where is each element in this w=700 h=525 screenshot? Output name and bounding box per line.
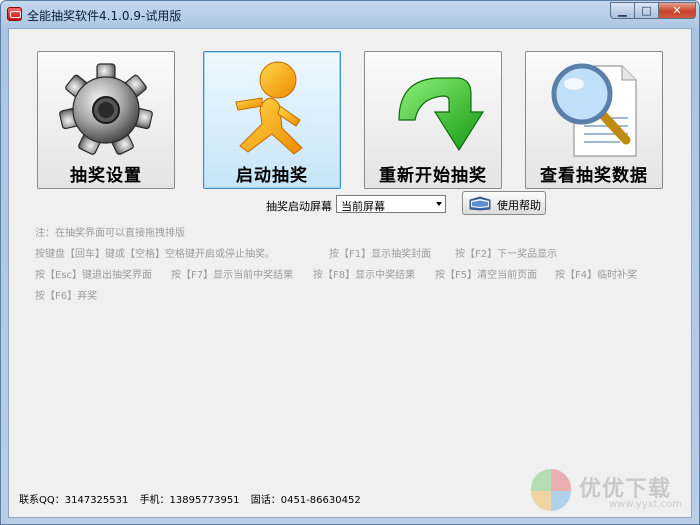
app-window: 全能抽奖软件4.1.0.9-试用版 ▁ □ ✕ 抽奖设置 启动抽奖 重新开始抽奖… [0,0,700,525]
hint-f1: 按【F1】显示抽奖封面 [329,249,432,260]
title-bar[interactable]: 全能抽奖软件4.1.0.9-试用版 ▁ □ ✕ [1,1,699,27]
minimize-button[interactable]: ▁ [610,2,635,19]
launch-screen-select[interactable]: 当前屏幕 [336,195,446,213]
watermark-logo-icon [530,468,572,511]
hint-f2: 按【F2】下一奖品显示 [455,249,558,260]
contact-phone: 手机：13895773951 [139,495,240,506]
green-arrow-icon [398,77,485,152]
chevron-down-icon [436,202,442,206]
hint-f6: 按【F6】弃奖 [35,291,98,302]
window-title: 全能抽奖软件4.1.0.9-试用版 [27,9,182,23]
restart-lottery-button[interactable]: 重新开始抽奖 [364,51,502,189]
launch-screen-label: 抽奖启动屏幕 [266,200,332,213]
hint-f5: 按【F5】清空当前页面 [435,270,538,281]
book-icon [469,196,491,211]
restart-lottery-label: 重新开始抽奖 [379,166,487,186]
contact-qq: 联系QQ：3147325531 [19,495,129,506]
maximize-button[interactable]: □ [634,2,659,19]
watermark: 优优下载 www.yyxt.com [529,467,699,517]
view-lottery-data-button[interactable]: 查看抽奖数据 [525,51,663,189]
hint-enter-space: 按键盘【回车】键或【空格】空格键开启或停止抽奖。 [35,249,275,260]
hint-f4: 按【F4】临时补奖 [555,270,638,281]
help-button-label: 使用帮助 [497,199,541,212]
watermark-url: www.yyxt.com [609,499,683,510]
hint-drag-layout: 注：在抽奖界面可以直接拖拽排版 [35,228,185,239]
start-lottery-button[interactable]: 启动抽奖 [203,51,341,189]
hint-f8: 按【F8】显示中奖结果 [313,270,416,281]
hint-esc: 按【Esc】键退出抽奖界面 [35,270,153,281]
help-button[interactable]: 使用帮助 [462,191,546,215]
lottery-settings-button[interactable]: 抽奖设置 [37,51,175,189]
gear-icon [59,63,153,155]
contact-footer: 联系QQ：3147325531 手机：13895773951 固话：0451-8… [19,491,369,506]
main-panel: 抽奖设置 启动抽奖 重新开始抽奖 查看抽奖数据 抽奖启动屏幕 当前屏幕 使用帮助… [8,28,692,518]
running-man-icon [235,61,303,155]
magnifier-document-icon [551,63,637,157]
hint-f7: 按【F7】显示当前中奖结果 [171,270,294,281]
contact-tel: 固话：0451-86630452 [250,495,361,506]
view-lottery-data-label: 查看抽奖数据 [540,166,648,186]
lottery-settings-label: 抽奖设置 [70,166,142,186]
start-lottery-label: 启动抽奖 [236,166,308,186]
app-icon [7,7,22,21]
launch-screen-value: 当前屏幕 [341,200,385,213]
close-button[interactable]: ✕ [658,2,696,19]
